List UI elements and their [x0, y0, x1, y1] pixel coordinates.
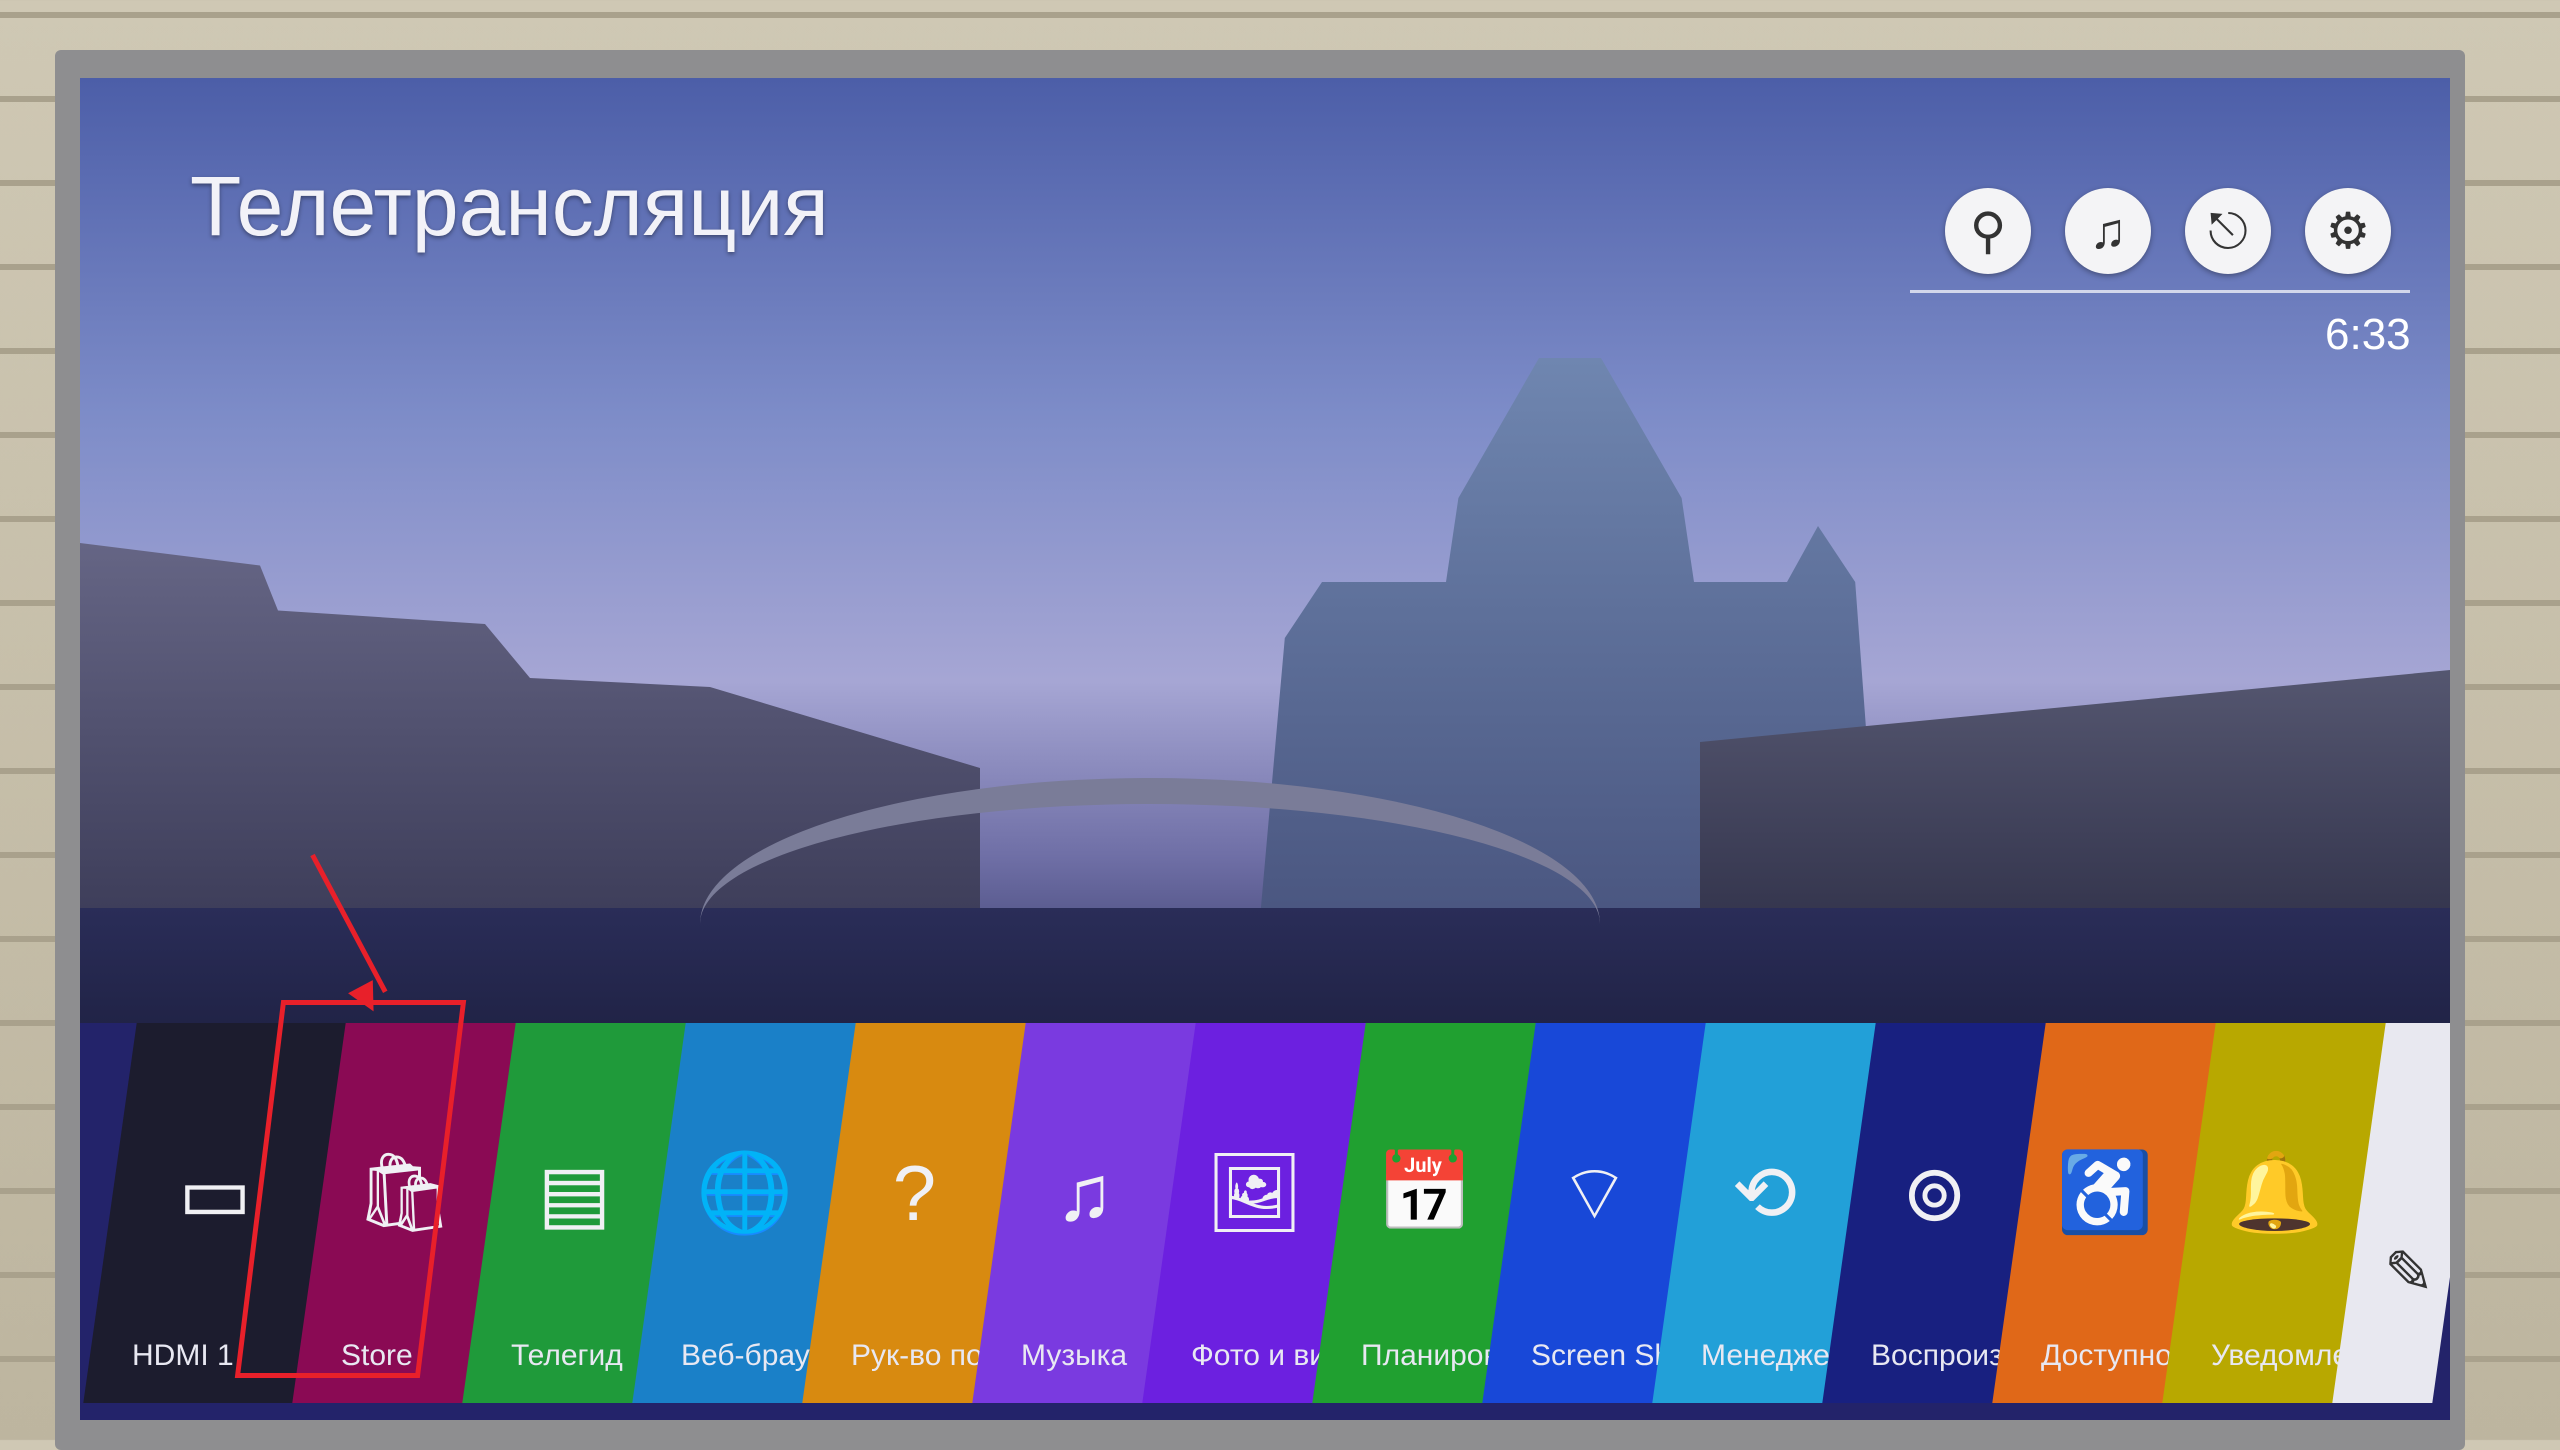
edit-pencil-icon: ✎	[2383, 1239, 2435, 1306]
accessibility-icon: ♿	[2055, 1148, 2154, 1236]
globe-icon: 🌐	[695, 1148, 794, 1236]
tile-label: Уведомле	[2211, 1339, 2350, 1372]
input-icon[interactable]: ⎋	[2185, 188, 2271, 274]
scheduler-icon: 📅	[1375, 1148, 1474, 1236]
connection-manager-icon: ⟲	[1731, 1148, 1798, 1237]
tile-content: ✎	[2359, 1023, 2450, 1403]
search-icon[interactable]: ⚲	[1945, 188, 2031, 274]
tile-label: Телегид	[511, 1339, 623, 1372]
tile-label: Веб-браузер	[681, 1339, 822, 1372]
notification-bell-icon: 🔔	[2225, 1148, 2324, 1236]
help-icon: ?	[892, 1148, 937, 1237]
tv-guide-icon: ▤	[537, 1148, 612, 1237]
tile-content: ♿ Доступнос	[2019, 1023, 2190, 1403]
tile-content: ⊚ Воспроизв	[1849, 1023, 2020, 1403]
top-toolbar: ⚲ ♫ ⎋ ⚙	[1945, 188, 2391, 274]
bluetooth-speaker-icon: ⊚	[1901, 1148, 1968, 1237]
tile-label: Screen Sha	[1531, 1339, 1672, 1372]
tile-content: 📅 Планировщ	[1339, 1023, 1510, 1403]
screen-share-icon: ⌔	[1557, 1149, 1632, 1237]
music-icon[interactable]: ♫	[2065, 188, 2151, 274]
tile-content: ⟲ Менеджер	[1679, 1023, 1850, 1403]
tile-content: ? Рук-во пол	[829, 1023, 1000, 1403]
tile-label: Воспроизв	[1871, 1339, 2012, 1372]
launcher: ▭ HDMI 1 🛍 Store ▤ Телегид 🌐 Веб-браузер? Рук-во…	[83, 1023, 2450, 1403]
tile-content: ♫ Музыка	[999, 1023, 1170, 1403]
tile-label: Менеджер	[1701, 1339, 1842, 1372]
tile-content: ⌔ Screen Sha	[1509, 1023, 1680, 1403]
tile-label: Рук-во пол	[851, 1339, 992, 1372]
hdmi-icon: ▭	[178, 1148, 252, 1237]
tile-label: Доступнос	[2041, 1339, 2182, 1372]
tile-content: ▤ Телегид	[489, 1023, 660, 1403]
tile-label: Планировщ	[1361, 1339, 1502, 1372]
tile-content: 🌐 Веб-браузер	[659, 1023, 830, 1403]
toolbar-divider	[1910, 290, 2410, 293]
settings-icon[interactable]: ⚙	[2305, 188, 2391, 274]
tile-content: 🖼 Фото и вид	[1169, 1023, 1340, 1403]
photo-icon: 🖼	[1204, 1148, 1305, 1236]
music-note-icon: ♫	[1055, 1148, 1114, 1237]
tile-content: 🔔 Уведомле	[2189, 1023, 2360, 1403]
page-title: Телетрансляция	[190, 159, 829, 253]
clock: 6:33	[2325, 310, 2411, 359]
tile-label: Фото и вид	[1191, 1339, 1332, 1372]
tile-label: Музыка	[1021, 1339, 1128, 1372]
